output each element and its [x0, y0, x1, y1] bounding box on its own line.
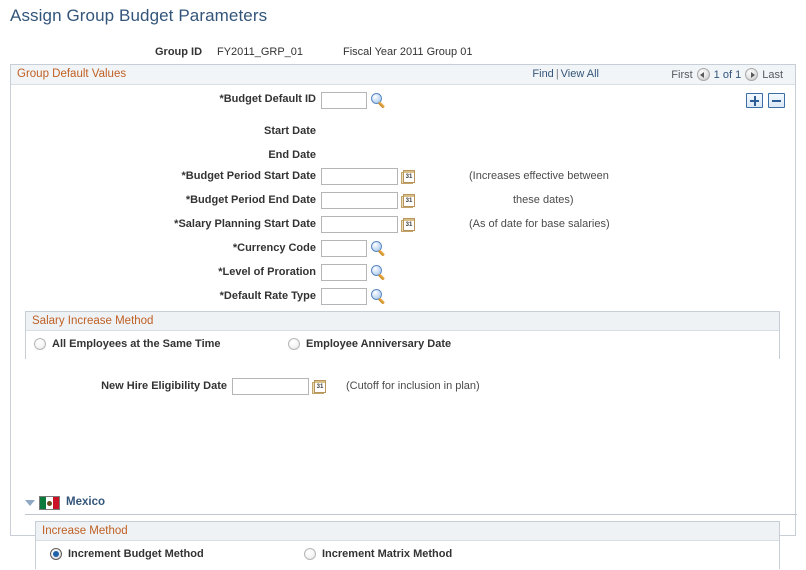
currency-code-lookup-icon[interactable]: [371, 241, 386, 257]
budget-default-id-label: *Budget Default ID: [219, 93, 316, 105]
budget-period-start-date-calendar-icon[interactable]: 31: [401, 169, 416, 184]
increases-hint-line1: (Increases effective between: [469, 170, 609, 182]
field-row-level-of-proration: *Level of Proration: [11, 264, 316, 284]
level-of-proration-label: *Level of Proration: [218, 266, 316, 278]
radio-employee-anniversary-date-dot[interactable]: [288, 338, 300, 350]
salary-increase-method-panel: Salary Increase Method All Employees at …: [25, 311, 780, 360]
level-of-proration-lookup-icon[interactable]: [371, 265, 386, 281]
increases-hint-line2: these dates): [513, 194, 574, 206]
new-hire-eligibility-date-label: New Hire Eligibility Date: [101, 380, 227, 392]
country-divider: [25, 514, 797, 515]
mexico-flag-icon: [39, 496, 60, 510]
new-hire-eligibility-date-input[interactable]: [232, 378, 309, 395]
end-date-label: End Date: [268, 149, 316, 161]
budget-default-id-lookup-icon[interactable]: [371, 93, 386, 109]
row-counter: 1 of 1: [713, 68, 742, 81]
increase-method-body: Increment Budget Method Increment Matrix…: [36, 541, 779, 570]
view-all-link[interactable]: View All: [561, 68, 599, 80]
row-pager: First 1 of 1 Last: [671, 68, 783, 81]
row-action-buttons: [746, 93, 785, 108]
budget-period-start-date-label: *Budget Period Start Date: [181, 170, 316, 182]
collapse-triangle-icon[interactable]: [25, 500, 35, 506]
salary-planning-start-date-label: *Salary Planning Start Date: [174, 218, 316, 230]
radio-all-employees-same-time[interactable]: All Employees at the Same Time: [34, 338, 221, 350]
field-row-budget-period-start-date: *Budget Period Start Date: [11, 168, 316, 188]
salary-planning-start-date-calendar-icon[interactable]: 31: [401, 217, 416, 232]
add-row-button[interactable]: [746, 93, 763, 108]
radio-increment-matrix-method-label: Increment Matrix Method: [322, 548, 453, 560]
nav-separator: |: [555, 68, 559, 80]
page-title: Assign Group Budget Parameters: [10, 6, 268, 25]
radio-employee-anniversary-date[interactable]: Employee Anniversary Date: [288, 338, 451, 350]
field-row-budget-default-id: *Budget Default ID: [11, 91, 316, 111]
start-date-label: Start Date: [264, 125, 316, 137]
next-arrow-icon[interactable]: [745, 68, 759, 81]
radio-increment-budget-method-dot[interactable]: [50, 548, 62, 560]
group-default-values-title: Group Default Values: [17, 68, 127, 80]
budget-default-id-input[interactable]: [321, 92, 367, 109]
new-hire-hint: (Cutoff for inclusion in plan): [346, 380, 480, 392]
find-view-all-links: Find | View All: [532, 68, 599, 80]
increase-method-header: Increase Method: [36, 522, 779, 541]
field-row-salary-planning-start-date: *Salary Planning Start Date: [11, 216, 316, 236]
field-row-start-date: Start Date: [11, 123, 316, 143]
group-default-values-header: Group Default Values Find | View All First…: [11, 65, 795, 85]
radio-employee-anniversary-date-label: Employee Anniversary Date: [306, 338, 452, 350]
radio-all-employees-same-time-label: All Employees at the Same Time: [52, 338, 221, 350]
country-name-link[interactable]: Mexico: [66, 496, 105, 508]
field-row-new-hire-eligibility-date: New Hire Eligibility Date: [11, 378, 227, 398]
salary-increase-method-title: Salary Increase Method: [32, 315, 154, 327]
radio-increment-budget-method-label: Increment Budget Method: [68, 548, 204, 560]
new-hire-eligibility-date-calendar-icon[interactable]: 31: [312, 379, 327, 394]
currency-code-label: *Currency Code: [232, 242, 316, 254]
field-row-default-rate-type: *Default Rate Type: [11, 288, 316, 308]
find-link[interactable]: Find: [532, 68, 553, 80]
field-row-budget-period-end-date: *Budget Period End Date: [11, 192, 316, 212]
salary-increase-method-body: All Employees at the Same Time Employee …: [26, 331, 779, 360]
salary-planning-start-date-input[interactable]: [321, 216, 398, 233]
radio-all-employees-same-time-dot[interactable]: [34, 338, 46, 350]
default-rate-type-label: *Default Rate Type: [219, 290, 316, 302]
radio-increment-matrix-method-dot[interactable]: [304, 548, 316, 560]
group-id-value: FY2011_GRP_01: [217, 46, 304, 58]
group-id-label: Group ID: [155, 46, 203, 58]
field-row-end-date: End Date: [11, 147, 316, 167]
budget-period-end-date-input[interactable]: [321, 192, 398, 209]
budget-period-end-date-calendar-icon[interactable]: 31: [401, 193, 416, 208]
increase-method-panel: Increase Method Increment Budget Method …: [35, 521, 780, 570]
currency-code-input[interactable]: [321, 240, 367, 257]
budget-period-start-date-input[interactable]: [321, 168, 398, 185]
group-description-value: Fiscal Year 2011 Group 01: [343, 46, 473, 58]
salary-planning-hint: (As of date for base salaries): [469, 218, 610, 230]
group-default-values-panel: Group Default Values Find | View All First…: [10, 64, 797, 570]
country-section-mexico: Mexico: [25, 493, 797, 515]
increase-method-title: Increase Method: [42, 525, 128, 537]
salary-increase-method-header: Salary Increase Method: [26, 312, 779, 331]
first-link[interactable]: First: [671, 69, 692, 81]
field-row-currency-code: *Currency Code: [11, 240, 316, 260]
radio-increment-matrix-method[interactable]: Increment Matrix Method: [304, 548, 452, 560]
budget-period-end-date-label: *Budget Period End Date: [185, 194, 316, 206]
default-rate-type-input[interactable]: [321, 288, 367, 305]
key-fields-row: Group ID FY2011_GRP_01 Fiscal Year 2011 …: [0, 44, 806, 62]
prev-arrow-icon[interactable]: [696, 68, 710, 81]
last-link[interactable]: Last: [762, 69, 783, 81]
default-rate-type-lookup-icon[interactable]: [371, 289, 386, 305]
radio-increment-budget-method[interactable]: Increment Budget Method: [50, 548, 204, 560]
level-of-proration-input[interactable]: [321, 264, 367, 281]
delete-row-button[interactable]: [768, 93, 785, 108]
